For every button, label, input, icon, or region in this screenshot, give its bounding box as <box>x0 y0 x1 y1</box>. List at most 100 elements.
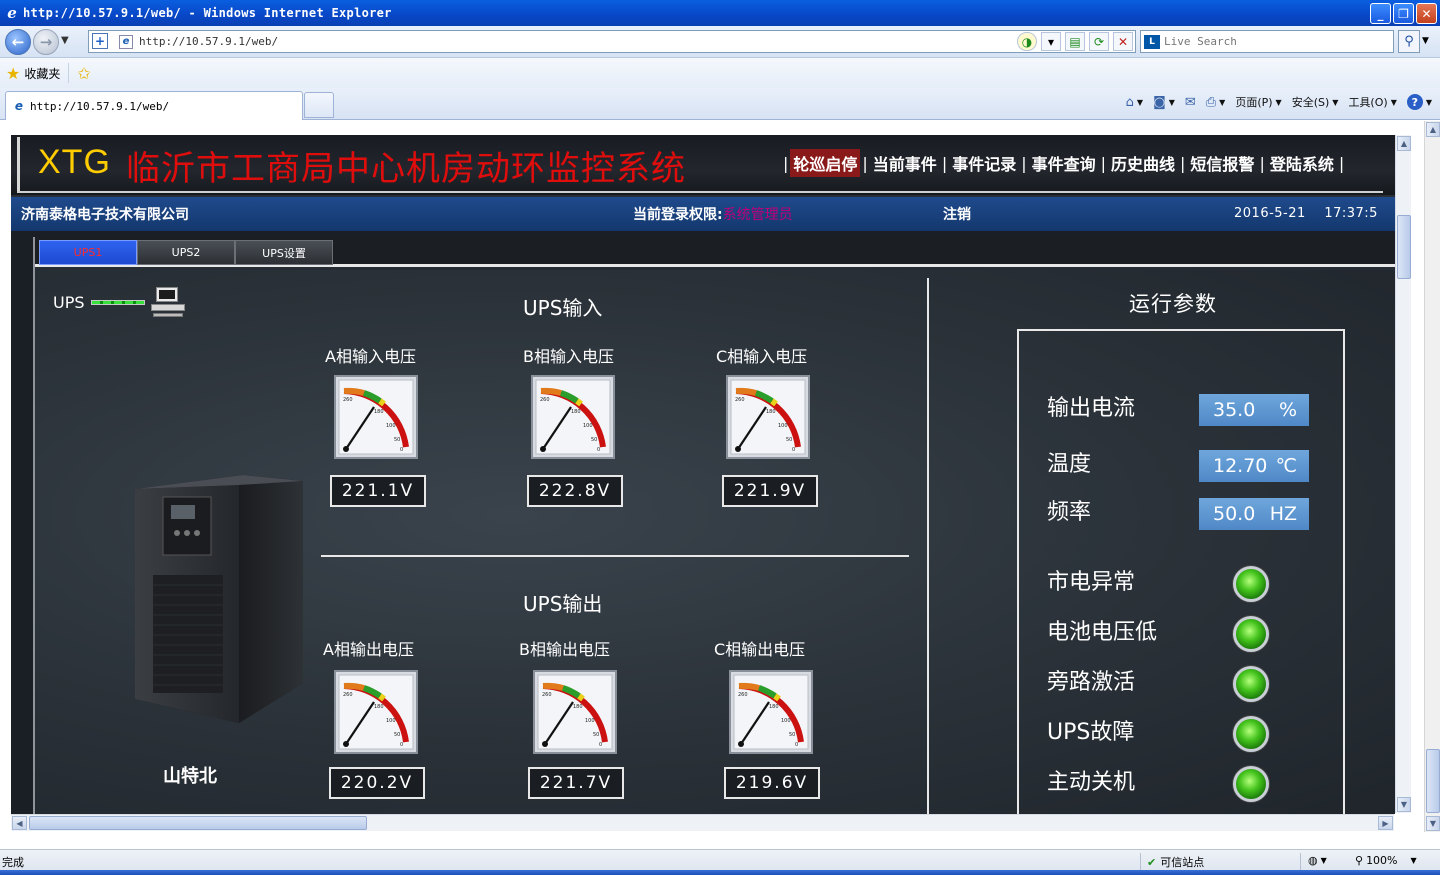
input-voltage-gauge: 260 180 100 50 0 <box>531 375 615 459</box>
add-favorite-icon[interactable]: ✩ <box>77 64 90 83</box>
scroll-left-button[interactable]: ◀ <box>12 816 27 830</box>
recent-pages-dropdown[interactable]: ▼ <box>61 35 69 46</box>
browser-scroll-thumb[interactable] <box>1426 749 1440 813</box>
ie-logo-icon: e <box>7 4 17 22</box>
input-voltage-gauge: 260 180 100 50 0 <box>334 375 418 459</box>
protected-mode-button[interactable]: ◍ ▼ <box>1308 854 1327 867</box>
status-bar: 完成 ✔ 可信站点 ◍ ▼ ⚲ 100% ▼ <box>0 849 1440 875</box>
close-button[interactable]: ✕ <box>1416 3 1437 24</box>
scroll-up-button[interactable]: ▲ <box>1397 136 1411 151</box>
search-button[interactable]: ⚲ <box>1398 30 1420 53</box>
svg-text:50: 50 <box>593 732 599 738</box>
logout-link[interactable]: 注销 <box>943 204 971 224</box>
search-field[interactable]: L <box>1140 30 1394 53</box>
add-page-icon[interactable]: + <box>92 33 108 49</box>
svg-text:0: 0 <box>795 742 798 748</box>
param-label-current: 输出电流 <box>1047 396 1136 421</box>
nav-event-query[interactable]: 事件查询 <box>1029 149 1099 177</box>
safety-menu[interactable]: 安全(S) ▼ <box>1292 94 1339 110</box>
favorites-star-icon[interactable]: ★ <box>6 64 20 83</box>
checkmark-icon: ✔ <box>1147 855 1157 869</box>
browser-vertical-scrollbar[interactable]: ▲ ▼ <box>1424 121 1440 832</box>
nav-patrol-toggle[interactable]: 轮巡启停 <box>790 149 861 177</box>
address-dropdown-icon[interactable]: ▾ <box>1041 32 1061 51</box>
new-tab-button[interactable] <box>304 92 334 118</box>
search-options-dropdown[interactable]: ▼ <box>1422 36 1429 46</box>
address-url[interactable]: http://10.57.9.1/web/ <box>139 35 278 48</box>
security-zone[interactable]: ✔ 可信站点 <box>1147 854 1204 870</box>
page-menu[interactable]: 页面(P) ▼ <box>1235 94 1281 110</box>
svg-text:0: 0 <box>400 447 403 453</box>
scroll-down-button[interactable]: ▼ <box>1397 797 1411 812</box>
alarm-label-shutdown: 主动关机 <box>1047 770 1136 795</box>
compatibility-icon[interactable]: ◑ <box>1017 32 1037 51</box>
forward-arrow-icon: → <box>39 33 53 51</box>
status-text: 完成 <box>2 856 24 869</box>
favorites-button[interactable]: 收藏夹 <box>24 65 60 82</box>
command-bar: ⌂ ▼ ◙ ▼ ✉ ⎙ ▼ 页面(P) ▼ 安全(S) ▼ 工具(O) ▼ ? ▼ <box>1126 94 1432 110</box>
stop-icon[interactable]: ✕ <box>1113 32 1133 51</box>
output-meter-label: B相输出电压 <box>519 640 610 659</box>
svg-text:180: 180 <box>571 409 581 415</box>
forward-button[interactable]: → <box>33 29 59 55</box>
home-button[interactable]: ⌂ ▼ <box>1126 95 1143 110</box>
output-voltage-readout: 219.6V <box>724 767 820 799</box>
nav-current-events[interactable]: 当前事件 <box>870 149 940 177</box>
alarm-indicator-mains <box>1233 566 1269 602</box>
input-voltage-readout: 222.8V <box>527 475 623 507</box>
address-field[interactable]: + e http://10.57.9.1/web/ ◑ ▾ ▤ ⟳ ✕ <box>88 30 1136 53</box>
gauge-dial-icon: 260 180 100 500 <box>533 670 617 754</box>
output-voltage-gauge: 260 180 100 50 0 <box>533 670 617 754</box>
nav-login[interactable]: 登陆系统 <box>1267 149 1337 177</box>
param-value-current: 35.0% <box>1199 394 1309 426</box>
svg-text:0: 0 <box>792 447 795 453</box>
window-title: http://10.57.9.1/web/ - Windows Internet… <box>23 6 392 20</box>
nav-sms-alarm[interactable]: 短信报警 <box>1187 149 1257 177</box>
alarm-label-bypass: 旁路激活 <box>1047 670 1136 695</box>
vertical-scroll-thumb[interactable] <box>1397 215 1411 279</box>
browser-scroll-up-button[interactable]: ▲ <box>1426 122 1440 137</box>
tab-ups-settings[interactable]: UPS设置 <box>235 240 333 265</box>
svg-text:50: 50 <box>394 437 400 443</box>
browser-tab[interactable]: e http://10.57.9.1/web/ <box>5 91 303 120</box>
back-button[interactable]: ← <box>5 29 31 55</box>
nav-history-curve[interactable]: 历史曲线 <box>1108 149 1178 177</box>
svg-text:260: 260 <box>542 692 552 698</box>
tools-menu[interactable]: 工具(O) ▼ <box>1348 94 1396 110</box>
page-vertical-scrollbar[interactable]: ▲ ▼ <box>1395 135 1411 813</box>
favbar-divider <box>68 63 70 83</box>
feeds-button[interactable]: ◙ ▼ <box>1153 95 1175 110</box>
zoom-button[interactable]: ⚲ 100% ▼ <box>1355 854 1417 867</box>
svg-text:260: 260 <box>540 397 550 403</box>
svg-text:260: 260 <box>735 397 745 403</box>
gauge-dial-icon: 260 180 100 500 <box>334 670 418 754</box>
input-meter-label: B相输入电压 <box>523 347 614 366</box>
printer-icon: ⎙ <box>1205 94 1217 110</box>
mail-button[interactable]: ✉ <box>1185 95 1196 110</box>
svg-text:100: 100 <box>386 423 396 429</box>
monitoring-app: XTG 临沂市工商局中心机房动环监控系统 | 轮巡启停 | 当前事件 | 事件记… <box>11 135 1395 814</box>
restore-button[interactable]: ❐ <box>1393 3 1414 24</box>
nav-event-log[interactable]: 事件记录 <box>949 149 1019 177</box>
gauge-dial-icon: 260 180 100 500 <box>726 375 810 459</box>
print-button[interactable]: ⎙ ▼ <box>1206 95 1226 110</box>
scroll-right-button[interactable]: ▶ <box>1378 816 1393 830</box>
alarm-indicator-shutdown <box>1233 766 1269 802</box>
minimize-button[interactable]: _ <box>1370 3 1391 24</box>
time-text: 17:37:5 <box>1324 206 1378 221</box>
output-voltage-gauge: 260 180 100 50 0 <box>334 670 418 754</box>
help-icon: ? <box>1406 94 1423 110</box>
help-menu[interactable]: ? ▼ <box>1406 94 1432 110</box>
rss-page-icon[interactable]: ▤ <box>1065 32 1085 51</box>
tab-ups2[interactable]: UPS2 <box>137 240 235 265</box>
tab-ups1[interactable]: UPS1 <box>39 240 137 265</box>
browser-tab-title: http://10.57.9.1/web/ <box>30 99 170 113</box>
alarm-label-mains: 市电异常 <box>1047 570 1136 595</box>
page-horizontal-scrollbar[interactable]: ◀ ▶ <box>11 814 1394 831</box>
svg-text:260: 260 <box>343 692 353 698</box>
back-arrow-icon: ← <box>11 33 25 51</box>
refresh-icon[interactable]: ⟳ <box>1089 32 1109 51</box>
horizontal-scroll-thumb[interactable] <box>29 816 367 830</box>
search-input[interactable] <box>1164 35 1384 48</box>
browser-scroll-down-button[interactable]: ▼ <box>1426 816 1440 831</box>
